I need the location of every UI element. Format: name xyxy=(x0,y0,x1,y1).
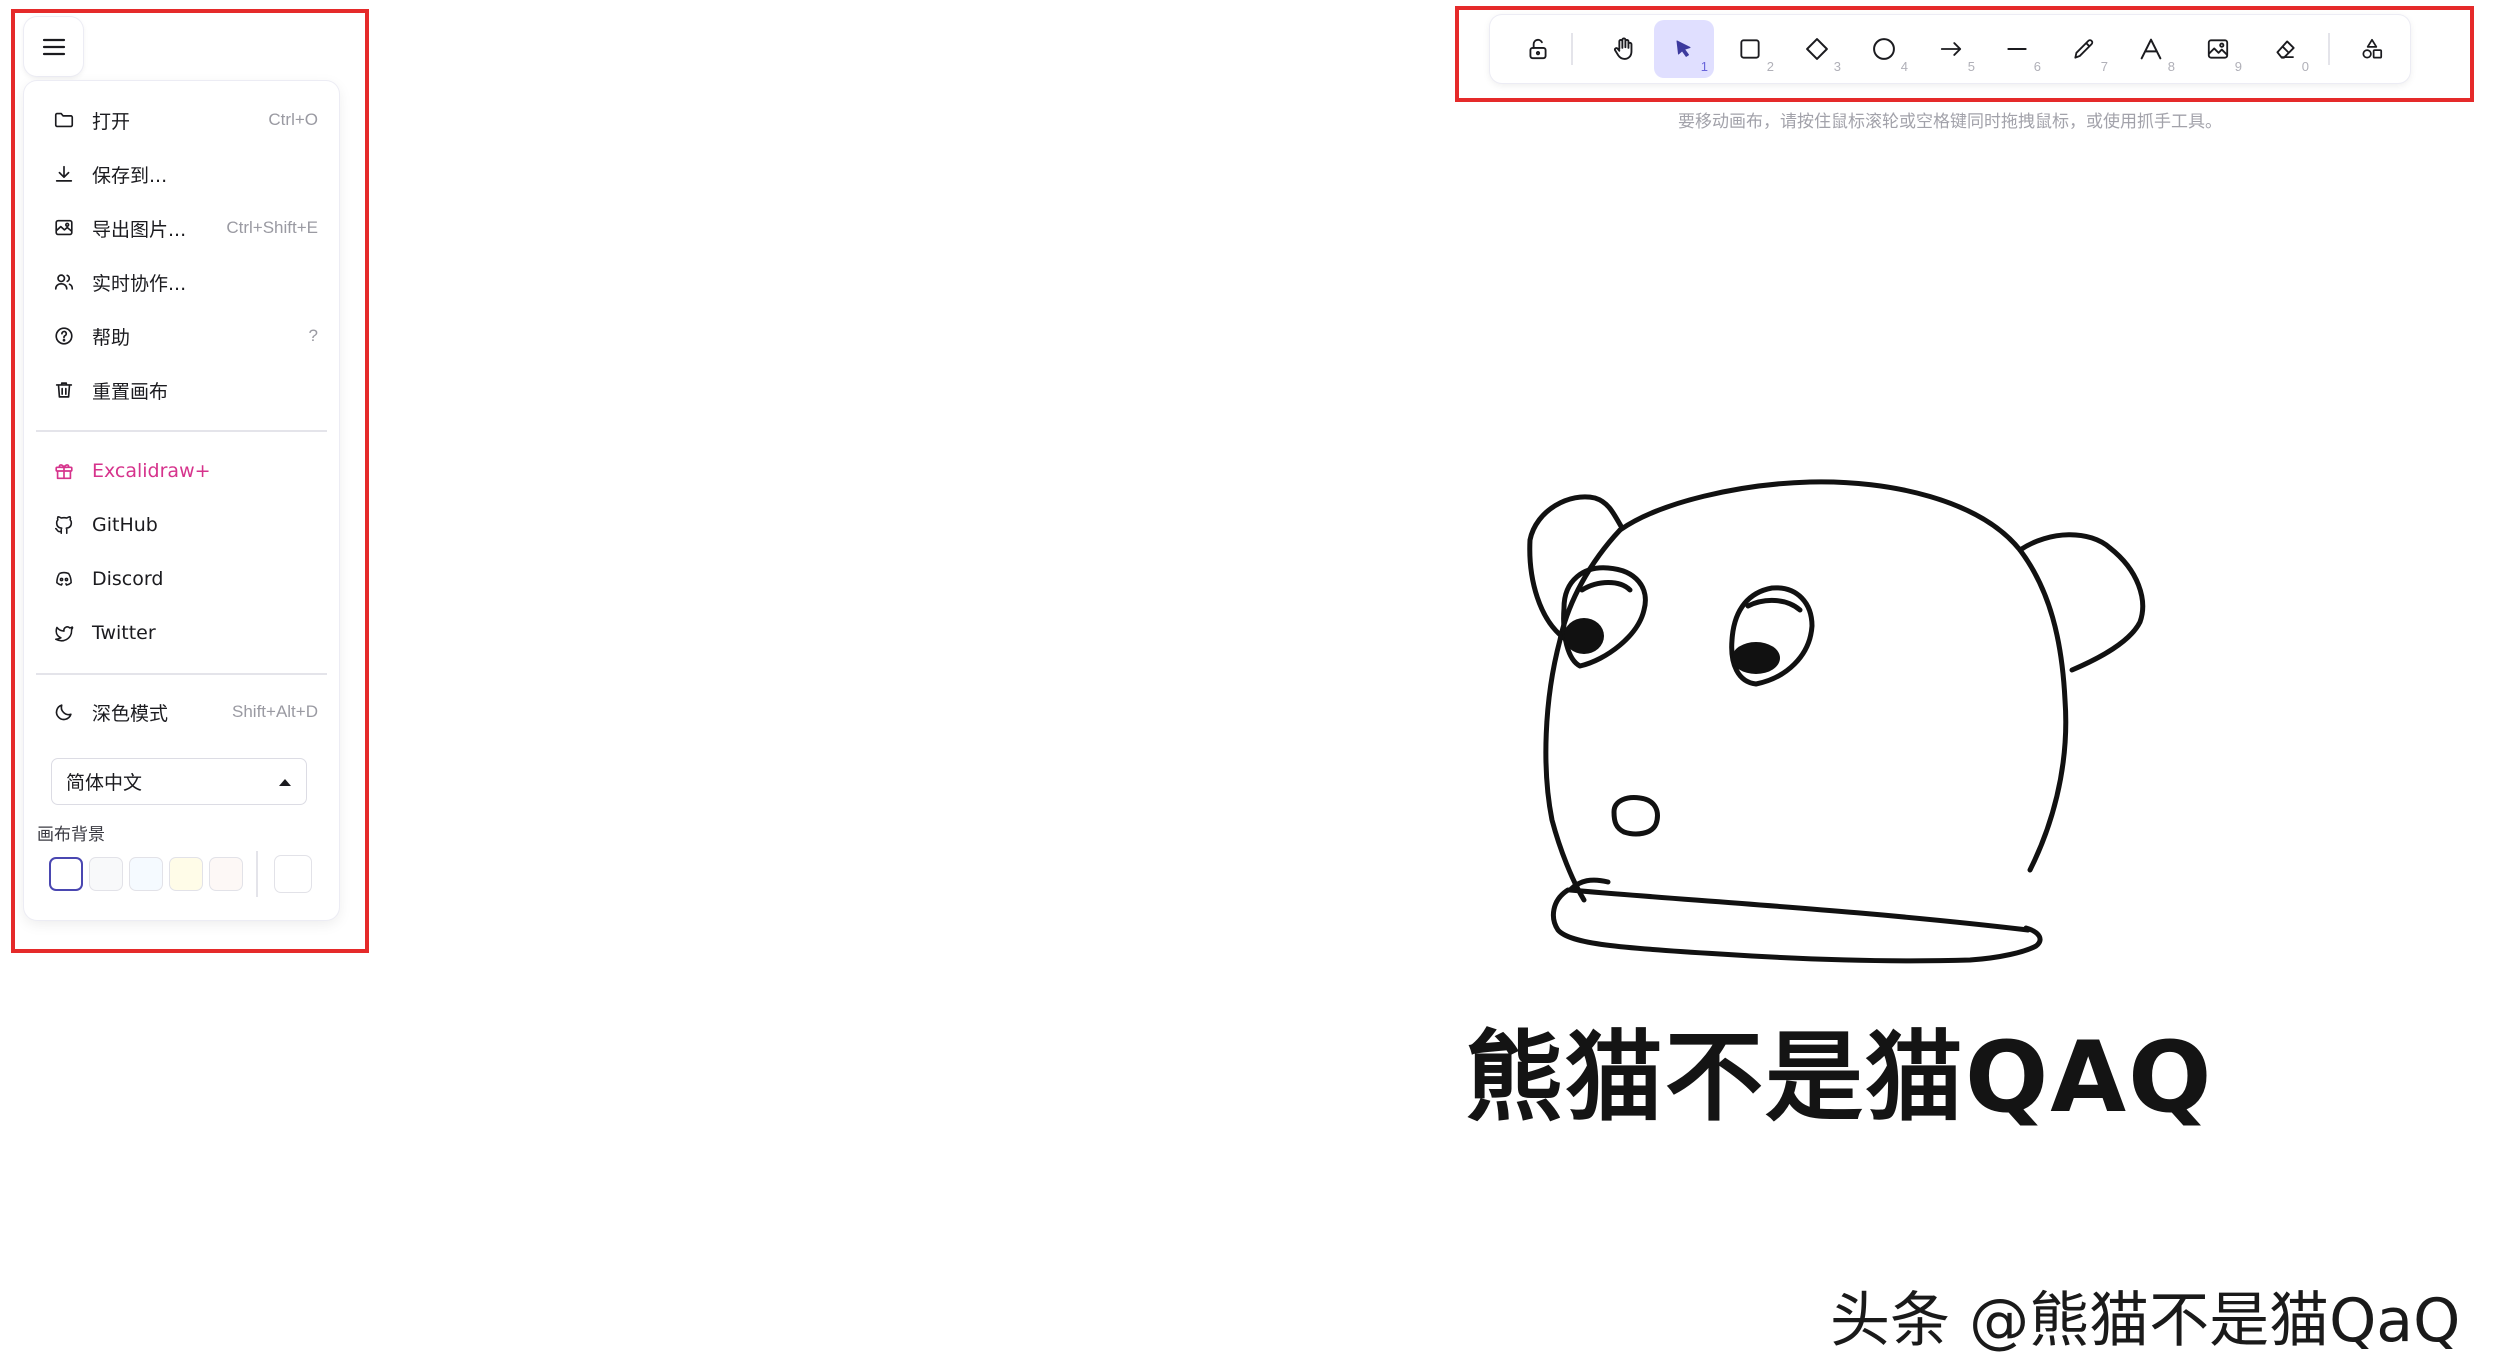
tool-library[interactable] xyxy=(2342,20,2402,78)
eraser-icon xyxy=(2272,36,2298,62)
rectangle-icon xyxy=(1737,36,1763,62)
shapes-toolbar: 1 2 3 4 5 6 7 8 9 0 xyxy=(1490,15,2410,83)
tool-shortcut-number: 1 xyxy=(1700,59,1708,74)
tool-shortcut-number: 3 xyxy=(1833,59,1841,74)
tool-diamond[interactable]: 3 xyxy=(1787,20,1847,78)
canvas-pan-hint: 要移动画布，请按住鼠标滚轮或空格键同时拖拽鼠标，或使用抓手工具。 xyxy=(1678,112,2222,132)
tool-draw[interactable]: 7 xyxy=(2054,20,2114,78)
ellipse-icon xyxy=(1870,35,1898,63)
unlock-icon xyxy=(1525,36,1551,62)
tool-shortcut-number: 6 xyxy=(2033,59,2041,74)
tool-shortcut-number: 2 xyxy=(1766,59,1774,74)
canvas-caption-text: 熊猫不是猫QAQ xyxy=(1465,1021,2214,1135)
watermark-text: 头条 @熊猫不是猫QaQ xyxy=(1830,1286,2461,1356)
tool-image[interactable]: 9 xyxy=(2188,20,2248,78)
tool-ellipse[interactable]: 4 xyxy=(1854,20,1914,78)
text-icon xyxy=(2137,35,2165,63)
tool-rectangle[interactable]: 2 xyxy=(1720,20,1780,78)
diamond-icon xyxy=(1803,35,1831,63)
tool-eraser[interactable]: 0 xyxy=(2255,20,2315,78)
line-icon xyxy=(2004,36,2030,62)
arrow-icon xyxy=(1938,36,1964,62)
hand-icon xyxy=(1610,35,1638,63)
panda-drawing xyxy=(1527,479,2146,964)
tool-shortcut-number: 9 xyxy=(2234,59,2242,74)
tool-lock[interactable] xyxy=(1508,20,1568,78)
toolbar-divider xyxy=(1571,33,1573,65)
tool-hand[interactable] xyxy=(1594,20,1654,78)
pencil-icon xyxy=(2071,36,2097,62)
tool-shortcut-number: 7 xyxy=(2100,59,2108,74)
tool-text[interactable]: 8 xyxy=(2121,20,2181,78)
tool-shortcut-number: 0 xyxy=(2301,59,2309,74)
pointer-icon xyxy=(1672,37,1696,61)
tool-selection[interactable]: 1 xyxy=(1654,20,1714,78)
image-icon xyxy=(2205,36,2231,62)
tool-shortcut-number: 5 xyxy=(1967,59,1975,74)
tool-line[interactable]: 6 xyxy=(1987,20,2047,78)
toolbar-divider xyxy=(2328,33,2330,65)
shapes-icon xyxy=(2359,36,2385,62)
highlight-box-menu xyxy=(11,9,369,953)
tool-shortcut-number: 4 xyxy=(1900,59,1908,74)
tool-arrow[interactable]: 5 xyxy=(1921,20,1981,78)
tool-shortcut-number: 8 xyxy=(2167,59,2175,74)
